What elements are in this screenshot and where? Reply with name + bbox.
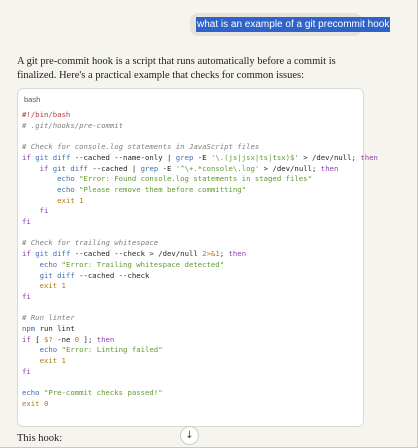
code-token: if (39, 163, 53, 173)
code-language-label: bash (24, 95, 41, 104)
code-token: git diff (35, 249, 71, 259)
code-token: > /dev/null; (259, 163, 321, 173)
code-line: fi (22, 217, 31, 226)
code-token: exit 1 (57, 195, 84, 205)
code-token: -ne (52, 334, 75, 344)
code-token: "Error: Trailing whitespace detected" (57, 259, 225, 269)
code-token: "Error: Found console.log statements in … (74, 174, 312, 184)
code-line: if [ $? -ne 0 ]; then (22, 335, 114, 344)
code-line: if git diff --cached | grep -E '^\+.*con… (22, 163, 339, 173)
code-line: echo "Please remove them before committi… (22, 185, 246, 194)
user-message-text: what is an example of a git precommit ho… (196, 17, 391, 32)
code-token: if (22, 249, 36, 259)
code-token: run lint (35, 324, 75, 334)
code-token: 2>&1 (202, 249, 220, 259)
code-token: grep (175, 152, 194, 162)
code-line: exit 1 (22, 281, 66, 290)
code-token: echo (57, 174, 75, 184)
code-token: git diff (52, 163, 88, 173)
code-line: npm run lint (22, 324, 75, 333)
code-token: #!/bin/bash (22, 110, 71, 119)
code-line: echo "Error: Trailing whitespace detecte… (22, 259, 225, 269)
code-token: then (360, 152, 378, 162)
code-token: git diff (35, 152, 71, 162)
code-token: npm (22, 324, 36, 334)
code-block: bash #!/bin/bash # .git/hooks/pre-commit… (17, 88, 378, 427)
code-token: then (228, 249, 247, 259)
code-token: exit 0 (22, 398, 49, 408)
code-token: "Pre-commit checks passed!" (39, 388, 163, 398)
code-line: exit 0 (22, 399, 48, 408)
code-token: fi (22, 366, 31, 376)
code-content: #!/bin/bash # .git/hooks/pre-commit # Ch… (22, 110, 378, 410)
code-line: echo "Error: Found console.log statement… (22, 174, 312, 183)
code-line: # Check for trailing whitespace (22, 238, 158, 247)
scroll-down-button[interactable]: ↓ (180, 426, 199, 445)
code-token: then (96, 334, 115, 344)
code-token: then (320, 163, 339, 173)
code-token: --cached --check (74, 270, 150, 280)
code-token: '\.(js|jsx|ts|tsx)$' (210, 152, 299, 162)
code-line: exit 1 (22, 356, 66, 365)
code-line: if git diff --cached --name-only | grep … (22, 153, 378, 162)
code-line: exit 1 (22, 195, 84, 205)
code-line: fi (22, 292, 31, 301)
code-token: echo (39, 345, 58, 355)
code-token: > /dev/null; (298, 152, 361, 162)
code-token: fi (22, 291, 31, 301)
code-token: --cached --check > /dev/null (70, 249, 203, 259)
code-token: echo (22, 388, 40, 398)
code-token: "Error: Linting failed" (57, 345, 163, 355)
code-line: echo "Pre-commit checks passed!" (22, 388, 163, 397)
code-token: exit 1 (39, 281, 66, 291)
code-line: # Check for console.log statements in Ja… (22, 142, 259, 151)
code-token: [ (35, 334, 44, 344)
code-line: fi (22, 367, 31, 376)
code-token: echo (39, 259, 58, 269)
code-token: exit 1 (39, 356, 66, 366)
code-line: if git diff --cached --check > /dev/null… (22, 249, 246, 258)
code-token: if (22, 152, 36, 162)
code-token: -E (158, 163, 176, 173)
code-line: # Run linter (22, 313, 75, 322)
user-message-bubble: what is an example of a git precommit ho… (190, 13, 391, 36)
code-token: ]; (79, 334, 97, 344)
code-token: $? (43, 334, 53, 344)
code-token: # Check for console.log statements in Ja… (22, 142, 260, 152)
code-token: grep (140, 163, 159, 173)
code-token: if (22, 334, 36, 344)
code-line: echo "Error: Linting failed" (22, 345, 163, 354)
code-line: git diff --cached --check (22, 270, 150, 280)
code-token: --cached --name-only | (70, 152, 176, 162)
code-line: # .git/hooks/pre-commit (22, 121, 123, 130)
code-token: "Please remove them before committing" (74, 184, 247, 194)
code-token: # .git/hooks/pre-commit (22, 120, 124, 130)
code-token: # Check for trailing whitespace (22, 238, 159, 248)
code-token: fi (39, 206, 49, 216)
assistant-intro-text: A git pre-commit hook is a script that r… (17, 56, 336, 81)
code-line: #!/bin/bash (22, 110, 70, 119)
arrow-down-icon: ↓ (185, 430, 194, 441)
code-token: ; (219, 249, 229, 259)
code-token: # Run linter (22, 313, 75, 323)
assistant-footer-text: This hook: (17, 433, 63, 444)
code-token: fi (22, 217, 31, 227)
code-token: echo (57, 184, 75, 194)
code-token: '^\+.*console\.log' (175, 163, 260, 173)
code-token: -E (193, 152, 211, 162)
code-line: fi (22, 206, 49, 216)
code-token: git diff (39, 270, 75, 280)
code-token: --cached | (87, 163, 141, 173)
